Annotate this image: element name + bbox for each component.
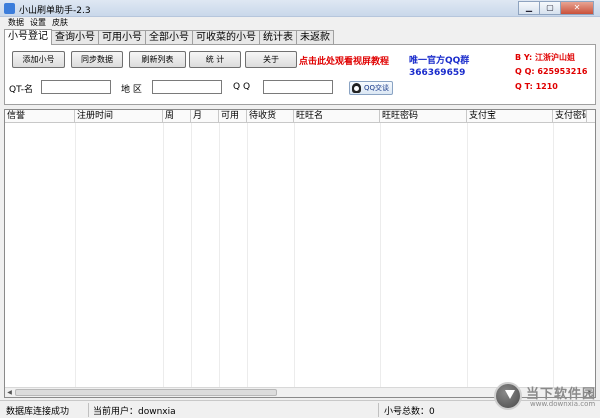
grid-line <box>467 123 468 390</box>
menu-settings[interactable]: 设置 <box>30 17 46 28</box>
grid-line <box>75 123 76 390</box>
window-title: 小山刷单助手-2.3 <box>19 6 91 16</box>
watermark-url: www.downxia.com <box>530 400 596 408</box>
grid-line <box>247 123 248 390</box>
grid-line <box>163 123 164 390</box>
grid-line <box>219 123 220 390</box>
video-tutorial-link[interactable]: 点击此处观看视屏教程 <box>299 54 389 67</box>
qq-label: Q Q <box>233 82 251 92</box>
author-by: B Y: 江浙沪山姐 <box>515 53 575 62</box>
about-button[interactable]: 关于 <box>245 51 297 68</box>
current-user: 当前用户：downxia <box>93 407 176 417</box>
scroll-left-icon[interactable]: ◀ <box>5 389 14 397</box>
col-pay-password[interactable]: 支付密码 <box>553 110 587 122</box>
col-alipay[interactable]: 支付宝 <box>467 110 553 122</box>
register-panel: 添加小号 同步数据 刷新列表 统 计 关于 点击此处观看视屏教程 唯一官方QQ群… <box>4 44 596 105</box>
title-bar: 小山刷单助手-2.3 ▁ ▢ ✕ <box>0 0 600 17</box>
qt-name-label: QT-名 <box>9 85 34 95</box>
statistics-button[interactable]: 统 计 <box>189 51 241 68</box>
col-available[interactable]: 可用 <box>219 110 247 122</box>
sync-data-button[interactable]: 同步数据 <box>71 51 123 68</box>
qq-group-number: 366369659 <box>409 68 466 78</box>
qq-chat-button[interactable]: QQ交谈 <box>349 81 393 95</box>
region-input[interactable] <box>152 80 222 94</box>
account-count: 小号总数：0 <box>384 407 435 417</box>
add-account-button[interactable]: 添加小号 <box>12 51 65 68</box>
col-wangwang-name[interactable]: 旺旺名 <box>294 110 380 122</box>
accounts-table[interactable]: 信誉 注册时间 周 月 可用 待收货 旺旺名 旺旺密码 支付宝 支付密码 ◀ ▶ <box>4 109 596 398</box>
col-pending-receipt[interactable]: 待收货 <box>247 110 294 122</box>
qq-group-label: 唯一官方QQ群 <box>409 56 470 66</box>
status-divider <box>88 403 89 417</box>
col-register-time[interactable]: 注册时间 <box>75 110 163 122</box>
qq-chat-label: QQ交谈 <box>364 84 390 92</box>
refresh-list-button[interactable]: 刷新列表 <box>129 51 186 68</box>
menu-skin[interactable]: 皮肤 <box>52 17 68 28</box>
tab-statistics[interactable]: 统计表 <box>259 30 297 44</box>
download-logo-icon <box>494 382 522 410</box>
scroll-thumb[interactable] <box>15 389 277 396</box>
db-status: 数据库连接成功 <box>6 407 70 417</box>
tab-available[interactable]: 可用小号 <box>98 30 146 44</box>
grid-line <box>294 123 295 390</box>
author-qq: Q Q: 625953216 <box>515 67 588 76</box>
table-header: 信誉 注册时间 周 月 可用 待收货 旺旺名 旺旺密码 支付宝 支付密码 <box>5 110 595 123</box>
app-icon <box>4 3 15 14</box>
tab-all[interactable]: 全部小号 <box>145 30 193 44</box>
status-divider <box>378 403 379 417</box>
tab-unrefunded[interactable]: 未返款 <box>296 30 334 44</box>
menu-bar: 数据 设置 皮肤 <box>0 17 600 28</box>
grid-line <box>191 123 192 390</box>
grid-line <box>553 123 554 390</box>
col-week[interactable]: 周 <box>163 110 191 122</box>
tab-strip: 小号登记 查询小号 可用小号 全部小号 可收菜的小号 统计表 未返款 <box>4 29 334 45</box>
menu-data[interactable]: 数据 <box>8 17 24 28</box>
close-button[interactable]: ✕ <box>560 1 594 15</box>
maximize-button[interactable]: ▢ <box>539 1 561 15</box>
minimize-button[interactable]: ▁ <box>518 1 540 15</box>
region-label: 地 区 <box>121 85 142 95</box>
tab-query[interactable]: 查询小号 <box>51 30 99 44</box>
tab-register[interactable]: 小号登记 <box>4 29 52 45</box>
window-controls: ▁ ▢ ✕ <box>518 1 594 15</box>
author-qt: Q T: 1210 <box>515 82 558 91</box>
qq-penguin-icon <box>352 83 361 93</box>
tab-harvestable[interactable]: 可收菜的小号 <box>192 30 260 44</box>
qq-input[interactable] <box>263 80 333 94</box>
col-month[interactable]: 月 <box>191 110 219 122</box>
col-wangwang-password[interactable]: 旺旺密码 <box>380 110 467 122</box>
qt-name-input[interactable] <box>41 80 111 94</box>
grid-line <box>380 123 381 390</box>
col-reputation[interactable]: 信誉 <box>5 110 75 122</box>
site-watermark: 当下软件园 www.downxia.com <box>494 380 600 418</box>
